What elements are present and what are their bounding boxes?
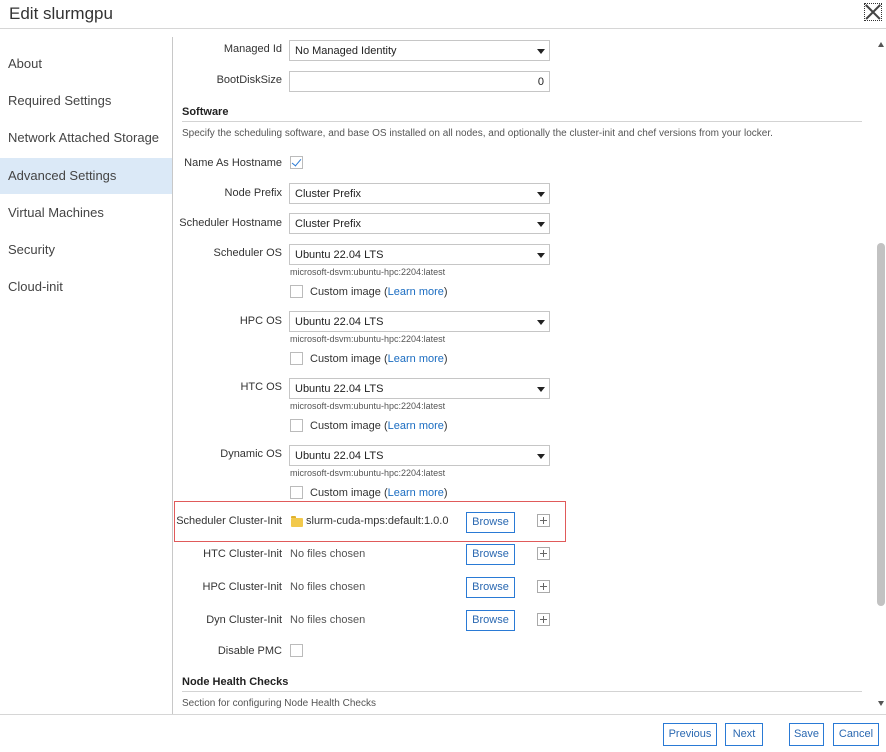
nav-item-cloud-init[interactable]: Cloud-init bbox=[0, 269, 172, 305]
scheduler-hostname-select[interactable]: Cluster Prefix bbox=[289, 213, 550, 234]
software-section-description: Specify the scheduling software, and bas… bbox=[182, 128, 773, 139]
chevron-down-icon bbox=[537, 49, 545, 54]
software-section-title: Software bbox=[182, 106, 229, 118]
hpc-os-value: Ubuntu 22.04 LTS bbox=[295, 316, 384, 328]
learn-more-link[interactable]: Learn more bbox=[388, 353, 444, 365]
boot-disk-size-input[interactable]: 0 bbox=[289, 71, 550, 92]
cancel-button[interactable]: Cancel bbox=[833, 723, 879, 746]
nav-item-network-attached-storage[interactable]: Network Attached Storage bbox=[0, 120, 172, 156]
disable-pmc-checkbox[interactable] bbox=[290, 644, 303, 657]
save-button[interactable]: Save bbox=[789, 723, 824, 746]
managed-id-label: Managed Id bbox=[223, 43, 282, 55]
managed-id-select[interactable]: No Managed Identity bbox=[289, 40, 550, 61]
learn-more-link[interactable]: Learn more bbox=[388, 420, 444, 432]
dynamic-os-custom-image-checkbox[interactable] bbox=[290, 486, 303, 499]
dynamic-os-label: Dynamic OS bbox=[220, 448, 282, 460]
disable-pmc-label: Disable PMC bbox=[217, 645, 282, 657]
settings-nav: About Required Settings Network Attached… bbox=[0, 30, 172, 714]
dynamic-os-select[interactable]: Ubuntu 22.04 LTS bbox=[289, 445, 550, 466]
custom-image-text: Custom image bbox=[310, 353, 381, 365]
folder-icon bbox=[291, 516, 303, 527]
htc-os-image-hint: microsoft-dsvm:ubuntu-hpc:2204:latest bbox=[290, 401, 446, 411]
chevron-down-icon bbox=[537, 387, 545, 392]
dynamic-os-custom-image-label: Custom image (Learn more) bbox=[310, 487, 448, 499]
learn-more-link[interactable]: Learn more bbox=[388, 286, 444, 298]
scheduler-os-custom-image-label: Custom image (Learn more) bbox=[310, 286, 448, 298]
scheduler-os-value: Ubuntu 22.04 LTS bbox=[295, 249, 384, 261]
scroll-up-icon[interactable] bbox=[878, 42, 884, 47]
nav-item-advanced-settings[interactable]: Advanced Settings bbox=[0, 158, 172, 194]
htc-cluster-init-value: No files chosen bbox=[290, 548, 366, 560]
hpc-os-custom-image-checkbox[interactable] bbox=[290, 352, 303, 365]
htc-os-custom-image-checkbox[interactable] bbox=[290, 419, 303, 432]
boot-disk-size-value: 0 bbox=[537, 76, 544, 88]
custom-image-text: Custom image bbox=[310, 487, 381, 499]
previous-button[interactable]: Previous bbox=[663, 723, 717, 746]
node-prefix-select[interactable]: Cluster Prefix bbox=[289, 183, 550, 204]
name-as-hostname-checkbox[interactable] bbox=[290, 156, 303, 169]
chevron-down-icon bbox=[537, 222, 545, 227]
scheduler-cluster-init-browse-button[interactable]: Browse bbox=[466, 512, 515, 533]
learn-more-link[interactable]: Learn more bbox=[388, 487, 444, 499]
nav-divider bbox=[172, 37, 173, 714]
hpc-os-image-hint: microsoft-dsvm:ubuntu-hpc:2204:latest bbox=[290, 334, 446, 344]
chevron-down-icon bbox=[537, 454, 545, 459]
scheduler-hostname-label: Scheduler Hostname bbox=[179, 217, 282, 229]
node-health-section-description: Section for configuring Node Health Chec… bbox=[182, 698, 376, 709]
dynamic-os-image-hint: microsoft-dsvm:ubuntu-hpc:2204:latest bbox=[290, 468, 446, 478]
node-prefix-label: Node Prefix bbox=[224, 187, 282, 199]
htc-cluster-init-label: HTC Cluster-Init bbox=[203, 548, 282, 560]
scrollbar-thumb[interactable] bbox=[877, 243, 885, 606]
htc-os-label: HTC OS bbox=[240, 381, 282, 393]
hpc-cluster-init-label: HPC Cluster-Init bbox=[202, 581, 282, 593]
scroll-down-icon[interactable] bbox=[878, 701, 884, 706]
hpc-cluster-init-value: No files chosen bbox=[290, 581, 366, 593]
scheduler-os-image-hint: microsoft-dsvm:ubuntu-hpc:2204:latest bbox=[290, 267, 446, 277]
dynamic-os-value: Ubuntu 22.04 LTS bbox=[295, 450, 384, 462]
chevron-down-icon bbox=[537, 320, 545, 325]
add-icon[interactable] bbox=[537, 514, 550, 527]
dialog-footer: Previous Next Save Cancel bbox=[0, 714, 886, 752]
scheduler-os-label: Scheduler OS bbox=[213, 247, 282, 259]
scheduler-hostname-value: Cluster Prefix bbox=[295, 218, 362, 230]
next-button[interactable]: Next bbox=[725, 723, 763, 746]
custom-image-text: Custom image bbox=[310, 420, 381, 432]
dialog-title: Edit slurmgpu bbox=[9, 4, 113, 23]
dyn-cluster-init-browse-button[interactable]: Browse bbox=[466, 610, 515, 631]
custom-image-text: Custom image bbox=[310, 286, 381, 298]
nav-item-security[interactable]: Security bbox=[0, 232, 172, 268]
scheduler-cluster-init-label: Scheduler Cluster-Init bbox=[176, 515, 282, 527]
node-health-section-title: Node Health Checks bbox=[182, 676, 289, 688]
htc-os-select[interactable]: Ubuntu 22.04 LTS bbox=[289, 378, 550, 399]
node-health-section-rule bbox=[182, 691, 862, 692]
nav-item-about[interactable]: About bbox=[0, 46, 172, 82]
hpc-os-select[interactable]: Ubuntu 22.04 LTS bbox=[289, 311, 550, 332]
hpc-os-label: HPC OS bbox=[239, 315, 282, 327]
nav-item-required-settings[interactable]: Required Settings bbox=[0, 83, 172, 119]
software-section-rule bbox=[182, 121, 862, 122]
scheduler-os-custom-image-checkbox[interactable] bbox=[290, 285, 303, 298]
add-icon[interactable] bbox=[537, 547, 550, 560]
htc-os-custom-image-label: Custom image (Learn more) bbox=[310, 420, 448, 432]
hpc-os-custom-image-label: Custom image (Learn more) bbox=[310, 353, 448, 365]
dialog-header: Edit slurmgpu bbox=[0, 0, 886, 29]
dyn-cluster-init-label: Dyn Cluster-Init bbox=[206, 614, 282, 626]
name-as-hostname-label: Name As Hostname bbox=[184, 157, 282, 169]
dyn-cluster-init-value: No files chosen bbox=[290, 614, 366, 626]
scheduler-os-select[interactable]: Ubuntu 22.04 LTS bbox=[289, 244, 550, 265]
hpc-cluster-init-browse-button[interactable]: Browse bbox=[466, 577, 515, 598]
close-icon[interactable] bbox=[864, 3, 882, 21]
managed-id-value: No Managed Identity bbox=[295, 45, 397, 57]
add-icon[interactable] bbox=[537, 613, 550, 626]
chevron-down-icon bbox=[537, 253, 545, 258]
boot-disk-size-label: BootDiskSize bbox=[216, 74, 282, 86]
htc-os-value: Ubuntu 22.04 LTS bbox=[295, 383, 384, 395]
htc-cluster-init-browse-button[interactable]: Browse bbox=[466, 544, 515, 565]
add-icon[interactable] bbox=[537, 580, 550, 593]
scheduler-cluster-init-value: slurm-cuda-mps:default:1.0.0 bbox=[306, 515, 449, 527]
settings-content: Managed Id No Managed Identity BootDiskS… bbox=[174, 30, 874, 714]
nav-item-virtual-machines[interactable]: Virtual Machines bbox=[0, 195, 172, 231]
node-prefix-value: Cluster Prefix bbox=[295, 188, 362, 200]
chevron-down-icon bbox=[537, 192, 545, 197]
